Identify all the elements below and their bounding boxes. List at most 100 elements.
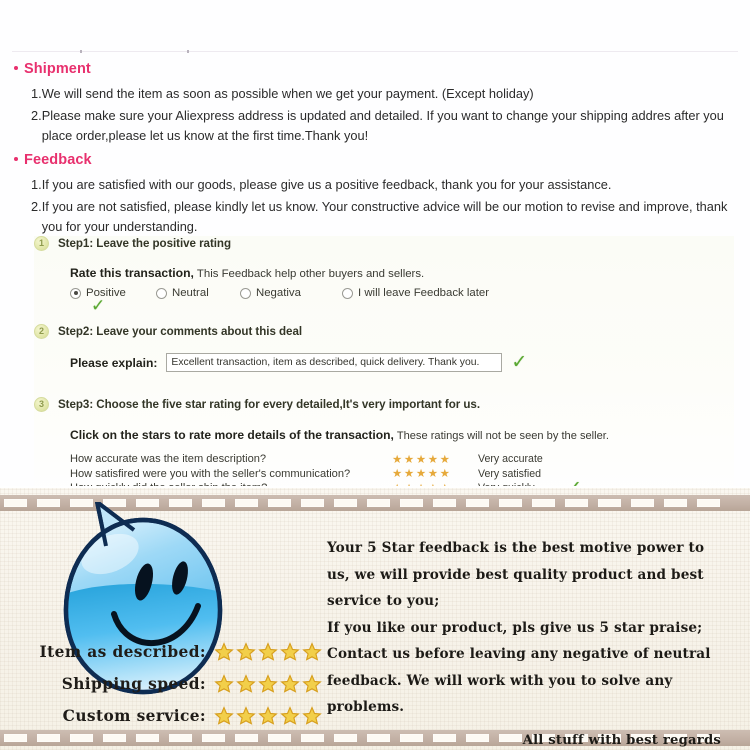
banner-rating-stars (214, 674, 322, 694)
list-item-number: 1. (31, 177, 42, 192)
radio-option-positive[interactable]: Positive (70, 287, 156, 299)
film-perforation (499, 499, 522, 507)
banner-ratings-list: Item as described: Shipping speed: Custo… (22, 636, 322, 732)
banner-message-line: If you like our product, pls give us 5 s… (327, 619, 703, 636)
film-perforation (565, 499, 588, 507)
top-divider-tick (80, 50, 82, 53)
list-item: 2. Please make sure your Aliexpress addr… (0, 106, 750, 147)
banner-rating-label: Shipping speed: (61, 675, 206, 693)
rating-radio-group[interactable]: Positive Neutral Negativa I will leave F… (70, 287, 734, 315)
star-icon (236, 642, 256, 661)
list-item-number: 1. (31, 86, 42, 101)
top-divider-tick (187, 50, 189, 53)
film-perforation (4, 499, 27, 507)
film-perforation (433, 499, 456, 507)
radio-negative-label: Negativa (256, 287, 301, 299)
film-perforation (268, 734, 291, 742)
radio-neutral-input[interactable] (156, 287, 167, 299)
click-stars-strong: Click on the stars to rate more details … (70, 428, 394, 442)
explain-label: Please explain: (70, 355, 158, 370)
list-item: 2. If you are not satisfied, please kind… (0, 197, 750, 238)
rating-value: Very accurate (478, 453, 543, 466)
list-item-number: 2. (31, 107, 42, 123)
banner-message: Your 5 Star feedback is the best motive … (327, 535, 727, 748)
explain-row: Please explain: Excellent transaction, i… (70, 353, 734, 372)
banner-rating-stars (214, 706, 322, 726)
step3-title: Step3: Choose the five star rating for e… (58, 398, 480, 411)
radio-positive-input[interactable] (70, 287, 81, 299)
rating-stars[interactable]: ★★★★★ (392, 467, 478, 480)
star-icon (214, 706, 234, 725)
bullet-icon (14, 66, 18, 70)
radio-later-label: I will leave Feedback later (358, 287, 490, 299)
star-icon (258, 642, 278, 661)
film-perforation (235, 734, 258, 742)
top-divider (12, 51, 738, 52)
bullet-icon (14, 157, 18, 161)
list-item: Custom service: (22, 700, 322, 732)
star-icon (302, 642, 322, 661)
film-perforation (202, 734, 225, 742)
film-perforation (4, 734, 27, 742)
shipment-section: Shipment 1. We will send the item as soo… (0, 61, 750, 148)
film-perforation (400, 499, 423, 507)
banner-message-line: us, we will provide best quality product… (327, 566, 704, 583)
step2-title: Step2: Leave your comments about this de… (58, 325, 303, 338)
list-item: Shipping speed: (22, 668, 322, 700)
list-item: 1. We will send the item as soon as poss… (0, 84, 750, 105)
star-icon (236, 674, 256, 693)
film-perforation (268, 499, 291, 507)
banner-signature: All stuff with best regards (522, 732, 721, 748)
banner-rating-stars (214, 642, 322, 662)
film-perforation (301, 499, 324, 507)
feedback-list: 1. If you are satisfied with our goods, … (0, 175, 750, 238)
list-item: 1. If you are satisfied with our goods, … (0, 175, 750, 196)
banner-rating-label: Item as described: (39, 643, 206, 661)
banner-rating-label: Custom service: (62, 707, 206, 725)
film-perforation (37, 734, 60, 742)
star-icon (280, 674, 300, 693)
radio-option-later[interactable]: I will leave Feedback later (342, 287, 489, 299)
star-icon (258, 706, 278, 725)
radio-option-negative[interactable]: Negativa (240, 287, 342, 299)
banner-message-line: Your 5 Star feedback is the best motive … (327, 540, 705, 556)
radio-option-neutral[interactable]: Neutral (156, 287, 240, 299)
star-icon (214, 674, 234, 693)
step1-header: 1 Step1: Leave the positive rating (34, 236, 734, 251)
film-perforation (103, 734, 126, 742)
rating-stars[interactable]: ★★★★★ (392, 453, 478, 466)
feedback-heading: Feedback (0, 152, 750, 168)
shipment-heading: Shipment (0, 61, 750, 77)
radio-later-input[interactable] (342, 287, 353, 299)
table-row[interactable]: How accurate was the item description? ★… (70, 452, 734, 467)
film-perforation (466, 499, 489, 507)
step1-badge: 1 (34, 236, 49, 251)
film-perforation (664, 499, 687, 507)
film-perforation (532, 499, 555, 507)
list-item-text: If you are satisfied with our goods, ple… (41, 177, 612, 192)
radio-negative-input[interactable] (240, 287, 251, 299)
page-root: Shipment 1. We will send the item as soo… (0, 0, 750, 750)
click-stars-note: These ratings will not be seen by the se… (396, 430, 609, 442)
rate-transaction-note: This Feedback help other buyers and sell… (196, 268, 425, 280)
rate-transaction-label: Rate this transaction, This Feedback hel… (70, 266, 734, 280)
banner-message-line: feedback. We will work with you to solve… (327, 672, 673, 689)
star-icon (302, 706, 322, 725)
star-icon (280, 642, 300, 661)
film-perforation (697, 499, 720, 507)
table-row[interactable]: How satisfired were you with the seller'… (70, 467, 734, 482)
star-icon (280, 706, 300, 725)
film-perforation (235, 499, 258, 507)
step1-title: Step1: Leave the positive rating (58, 237, 231, 250)
star-icon (236, 706, 256, 725)
green-check-icon: ✓ (511, 351, 528, 373)
shipment-heading-label: Shipment (24, 61, 91, 77)
list-item-text: Please make sure your Aliexpress address… (41, 107, 724, 144)
banner-message-line: Contact us before leaving any negative o… (327, 646, 711, 662)
explain-input[interactable]: Excellent transaction, item as described… (166, 353, 503, 372)
star-icon (214, 642, 234, 661)
list-item: Item as described: (22, 636, 322, 668)
banner-message-line: service to you; (327, 593, 440, 609)
feedback-form-mock: 1 Step1: Leave the positive rating Rate … (34, 236, 734, 510)
step3-badge: 3 (34, 397, 49, 412)
